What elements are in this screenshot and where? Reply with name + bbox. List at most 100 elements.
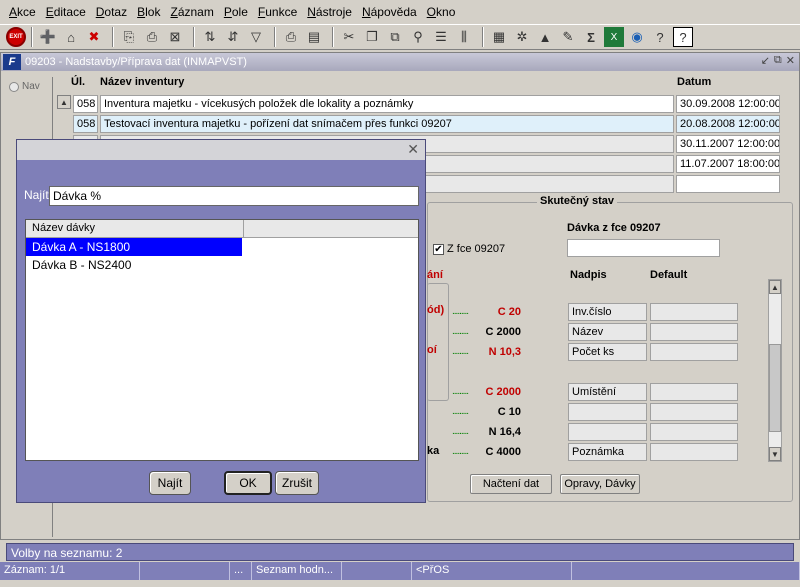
minimize-icon[interactable]: ↙ bbox=[761, 54, 770, 67]
cell-date[interactable]: 11.07.2007 18:00:00 bbox=[676, 155, 780, 173]
nav-label: Nav bbox=[22, 81, 40, 92]
dotted-leader: ......... bbox=[452, 326, 469, 337]
from-function-checkbox[interactable]: ✔ Z fce 09207 bbox=[433, 243, 505, 255]
scroll-up-button[interactable]: ▲ bbox=[57, 95, 71, 109]
dotted-leader: ......... bbox=[452, 386, 469, 397]
menu-item[interactable]: Akce bbox=[4, 5, 41, 19]
print-icon[interactable]: ⎙ bbox=[281, 27, 301, 47]
menu-item-accelerator: A bbox=[9, 5, 18, 19]
default-field[interactable] bbox=[650, 323, 738, 341]
menu-item[interactable]: Funkce bbox=[253, 5, 302, 19]
checkbox-check-icon: ✔ bbox=[433, 243, 444, 255]
default-field[interactable] bbox=[650, 343, 738, 361]
cancel-button[interactable]: Zrušit bbox=[275, 471, 319, 495]
menu-item[interactable]: Blok bbox=[132, 5, 165, 19]
menu-item[interactable]: Nápověda bbox=[357, 5, 422, 19]
excel-icon[interactable]: X bbox=[604, 27, 624, 47]
cell-date[interactable]: 20.08.2008 12:00:00 bbox=[676, 115, 780, 133]
triangle-tool-icon[interactable]: ▲ bbox=[535, 27, 555, 47]
scroll-down-icon[interactable]: ▼ bbox=[769, 447, 781, 461]
corrections-button[interactable]: Opravy, Dávky bbox=[560, 474, 640, 494]
col-header-date: Datum bbox=[677, 76, 712, 88]
sort-asc-icon[interactable]: ⇅ bbox=[200, 27, 220, 47]
query-enter-icon[interactable]: ⎘ bbox=[119, 27, 139, 47]
menu-item-label: unkce bbox=[265, 5, 298, 19]
nadpis-field[interactable]: Poznámka bbox=[568, 443, 647, 461]
sum-icon[interactable]: Σ bbox=[581, 27, 601, 47]
close-icon[interactable]: ✕ bbox=[786, 54, 795, 67]
nadpis-field[interactable]: Počet ks bbox=[568, 343, 647, 361]
insert-record-icon[interactable]: ➕ bbox=[38, 27, 58, 47]
zoom-icon[interactable]: ⚲ bbox=[408, 27, 428, 47]
print-preview-icon[interactable]: ▤ bbox=[304, 27, 324, 47]
calculator-icon[interactable]: ▦ bbox=[489, 27, 509, 47]
menu-item[interactable]: Okno bbox=[422, 5, 461, 19]
nadpis-field[interactable]: Umístění bbox=[568, 383, 647, 401]
cell-date[interactable]: 30.11.2007 12:00:00 bbox=[676, 135, 780, 153]
batch-list-item[interactable]: Dávka A - NS1800 bbox=[26, 238, 242, 256]
paste-icon[interactable]: ⧉ bbox=[385, 27, 405, 47]
nadpis-field[interactable]: Inv.číslo bbox=[568, 303, 647, 321]
menu-item[interactable]: Pole bbox=[219, 5, 253, 19]
copy-icon[interactable]: ❐ bbox=[362, 27, 382, 47]
form-scrollbar[interactable]: ▲ ▼ bbox=[768, 279, 782, 462]
find-input[interactable]: Dávka % bbox=[49, 186, 419, 206]
list-values-icon[interactable]: ☰ bbox=[431, 27, 451, 47]
menu-item[interactable]: Nástroje bbox=[302, 5, 357, 19]
default-field[interactable] bbox=[650, 423, 738, 441]
radio-icon bbox=[9, 81, 19, 92]
cell-name[interactable]: Inventura majetku - vícekusých položek d… bbox=[100, 95, 674, 113]
menu-item-accelerator: N bbox=[307, 5, 316, 19]
cell-date[interactable]: 30.09.2008 12:00:00 bbox=[676, 95, 780, 113]
col-nadpis: Nadpis bbox=[570, 269, 607, 281]
menu-item[interactable]: Záznam bbox=[165, 5, 218, 19]
delete-record-icon[interactable]: ✖ bbox=[84, 27, 104, 47]
nadpis-field[interactable] bbox=[568, 403, 647, 421]
query-execute-icon[interactable]: ⎙ bbox=[142, 27, 162, 47]
browser-icon[interactable]: ◉ bbox=[627, 27, 647, 47]
restore-icon[interactable]: ⧉ bbox=[774, 54, 782, 67]
dotted-leader: ......... bbox=[452, 346, 469, 357]
default-field[interactable] bbox=[650, 443, 738, 461]
dotted-leader: ......... bbox=[452, 306, 469, 317]
menu-item-accelerator: Z bbox=[170, 5, 178, 19]
menu-item-label: ástroje bbox=[315, 5, 352, 19]
batch-list-item[interactable]: Dávka B - NS2400 bbox=[26, 256, 242, 274]
ok-button[interactable]: OK bbox=[224, 471, 272, 495]
exit-button[interactable]: EXIT bbox=[6, 27, 26, 47]
scroll-thumb[interactable] bbox=[769, 344, 781, 432]
help-icon[interactable]: ? bbox=[673, 27, 693, 47]
dotted-leader: ......... bbox=[452, 406, 469, 417]
save-record-icon[interactable]: ⌂ bbox=[61, 27, 81, 47]
dialog-close-icon[interactable]: ✕ bbox=[407, 141, 419, 158]
nav-radio[interactable]: Nav bbox=[5, 77, 52, 96]
filter-icon[interactable]: ▽ bbox=[246, 27, 266, 47]
cell-ul[interactable]: 058 bbox=[73, 115, 98, 133]
help-context-icon[interactable]: ? bbox=[650, 27, 670, 47]
query-cancel-icon[interactable]: ⊠ bbox=[165, 27, 185, 47]
load-data-button[interactable]: Načtení dat bbox=[470, 474, 552, 494]
default-field[interactable] bbox=[650, 303, 738, 321]
menu-item[interactable]: Editace bbox=[41, 5, 91, 19]
scroll-up-icon[interactable]: ▲ bbox=[769, 280, 781, 294]
find-button[interactable]: Najít bbox=[149, 471, 191, 495]
nadpis-field[interactable] bbox=[568, 423, 647, 441]
nadpis-field[interactable]: Název bbox=[568, 323, 647, 341]
edit-icon[interactable]: ✎ bbox=[558, 27, 578, 47]
default-field[interactable] bbox=[650, 403, 738, 421]
settings-wheel-icon[interactable]: ✲ bbox=[512, 27, 532, 47]
default-field[interactable] bbox=[650, 383, 738, 401]
field-type: N 16,4 bbox=[488, 426, 521, 438]
columns-icon[interactable]: ⫼ bbox=[454, 27, 474, 47]
cancel-button-label: Zrušit bbox=[282, 476, 312, 490]
menu-item-label: áznam bbox=[177, 5, 214, 19]
cell-ul[interactable]: 058 bbox=[73, 95, 98, 113]
batch-field[interactable] bbox=[567, 239, 720, 257]
menu-item[interactable]: Dotaz bbox=[91, 5, 132, 19]
cut-icon[interactable]: ✂ bbox=[339, 27, 359, 47]
sort-desc-icon[interactable]: ⇵ bbox=[223, 27, 243, 47]
cell-name[interactable]: Testovací inventura majetku - pořízení d… bbox=[100, 115, 674, 133]
cell-date[interactable] bbox=[676, 175, 780, 193]
window-title-bar: F 09203 - Nadstavby/Příprava dat (INMAPV… bbox=[1, 53, 799, 71]
toolbar-separator bbox=[31, 27, 33, 47]
